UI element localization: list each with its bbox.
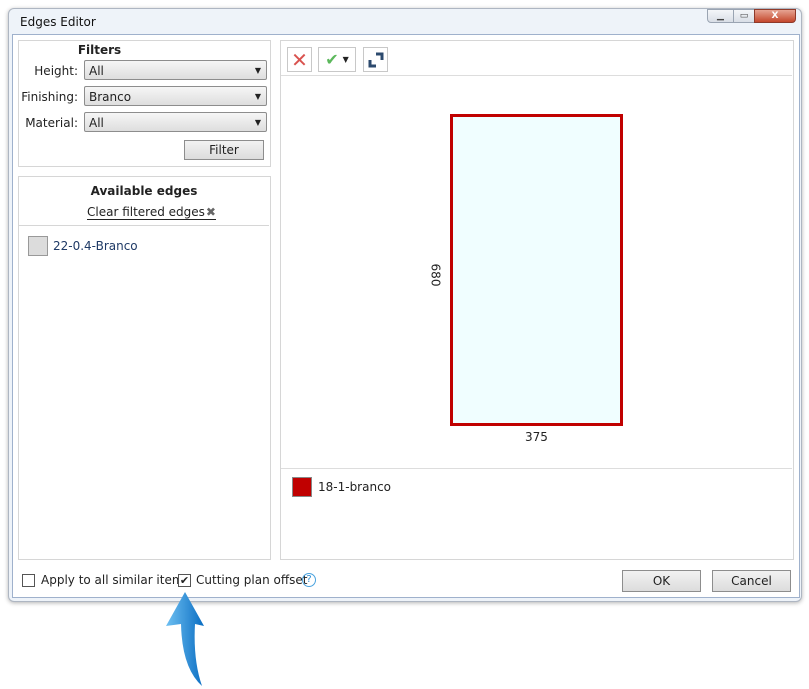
height-dimension: 680 <box>428 263 443 287</box>
close-icon: ✖ <box>205 205 216 219</box>
height-value: All <box>89 64 104 78</box>
material-label: Material: <box>25 116 78 130</box>
height-select[interactable]: All ▼ <box>84 60 267 80</box>
piece-rectangle[interactable] <box>450 114 623 426</box>
divider <box>19 225 269 226</box>
rotate-button[interactable] <box>363 47 388 72</box>
clear-filtered-edges-link[interactable]: Clear filtered edges ✖ <box>87 205 216 220</box>
maximize-button[interactable]: ▭ <box>733 9 755 23</box>
available-edges-panel <box>18 176 271 560</box>
apply-all-checkbox[interactable] <box>22 574 35 587</box>
filters-heading: Filters <box>77 43 122 57</box>
remove-edges-button[interactable]: ✕ <box>287 47 312 72</box>
ok-button[interactable]: OK <box>622 570 701 592</box>
legend-label: 18-1-branco <box>318 480 392 494</box>
chevron-down-icon: ▼ <box>342 55 349 64</box>
material-value: All <box>89 116 104 130</box>
window-title: Edges Editor <box>20 15 96 29</box>
finishing-label: Finishing: <box>21 90 78 104</box>
red-x-icon: ✕ <box>291 47 308 72</box>
chevron-down-icon: ▼ <box>254 118 261 127</box>
edge-swatch <box>28 236 48 256</box>
finishing-select[interactable]: Branco ▼ <box>84 86 267 106</box>
legend-divider <box>281 468 792 469</box>
arrow-up-icon <box>166 592 204 686</box>
rotate-icon <box>368 52 383 67</box>
height-label: Height: <box>34 64 78 78</box>
available-edges-heading: Available edges <box>90 184 198 198</box>
cutting-plan-offset-checkbox[interactable]: ✔ <box>178 574 191 587</box>
edge-label: 22-0.4-Branco <box>53 239 138 253</box>
filter-button[interactable]: Filter <box>184 140 264 160</box>
help-icon[interactable]: ? <box>302 573 316 587</box>
apply-edges-dropdown-button[interactable]: ✔ ▼ <box>318 47 356 72</box>
clear-filtered-edges-label: Clear filtered edges <box>87 205 205 219</box>
minimize-button[interactable]: ▁ <box>707 9 734 23</box>
material-select[interactable]: All ▼ <box>84 112 267 132</box>
list-item[interactable]: 22-0.4-Branco <box>28 236 138 256</box>
chevron-down-icon: ▼ <box>254 66 261 75</box>
apply-all-label: Apply to all similar items <box>41 573 190 587</box>
chevron-down-icon: ▼ <box>254 92 261 101</box>
finishing-value: Branco <box>89 90 132 104</box>
cancel-button[interactable]: Cancel <box>712 570 791 592</box>
width-dimension: 375 <box>525 430 548 444</box>
cutting-plan-offset-label: Cutting plan offset <box>196 573 308 587</box>
close-button[interactable]: X <box>754 9 796 23</box>
legend-item: 18-1-branco <box>292 477 391 497</box>
legend-swatch <box>292 477 312 497</box>
checkmark-icon: ✔ <box>325 50 339 69</box>
toolbar-divider <box>281 75 792 76</box>
